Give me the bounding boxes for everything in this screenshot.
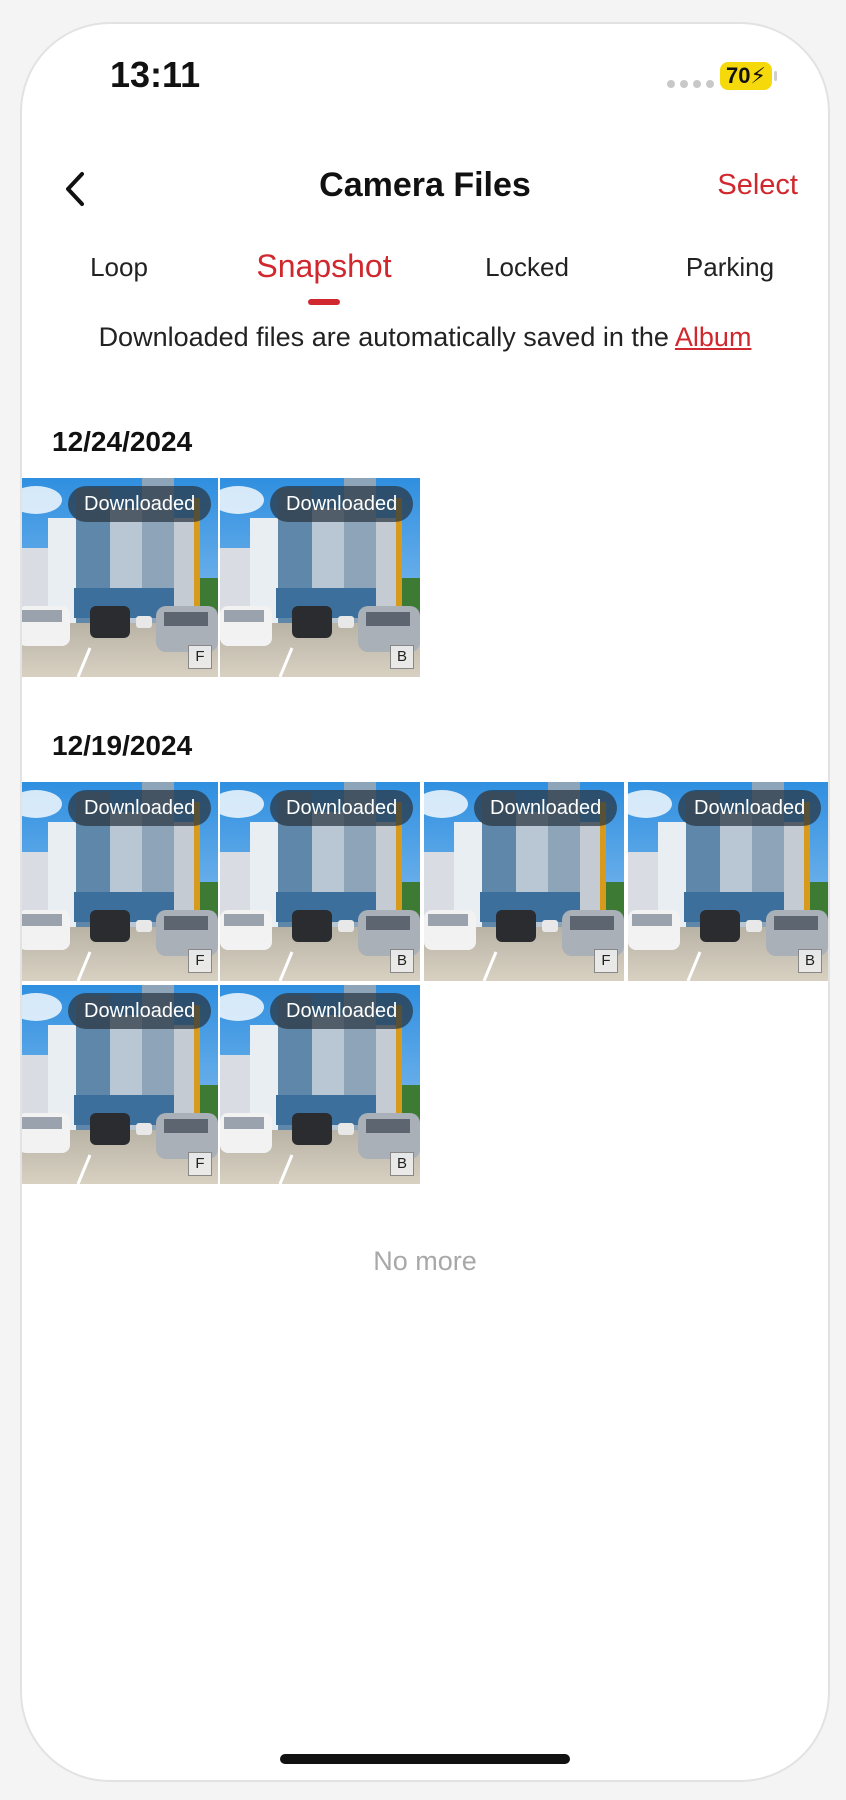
snapshot-thumbnail[interactable]: Downloaded F [22,478,218,677]
no-more-label: No more [373,1246,477,1276]
downloaded-badge: Downloaded [474,790,618,826]
downloaded-badge: Downloaded [68,486,212,522]
notice-text: Downloaded files are automatically saved… [98,322,669,352]
home-indicator [280,1754,570,1764]
snapshot-thumbnail[interactable]: Downloaded B [220,782,420,981]
snapshot-thumbnail[interactable]: Downloaded F [22,985,218,1184]
downloaded-badge: Downloaded [68,790,212,826]
tab-loop[interactable]: Loop [90,252,148,283]
camera-tag: F [594,949,618,973]
active-tab-indicator [308,299,340,305]
page-title: Camera Files [319,166,531,204]
camera-tag: B [798,949,822,973]
camera-tag: F [188,949,212,973]
snapshot-thumbnail[interactable]: Downloaded F [424,782,624,981]
date-heading: 12/19/2024 [52,730,193,761]
camera-tag: B [390,645,414,669]
tab-parking[interactable]: Parking [686,252,774,283]
select-button[interactable]: Select [717,169,798,202]
camera-tag: B [390,1152,414,1176]
snapshot-thumbnail[interactable]: Downloaded F [22,782,218,981]
download-notice: Downloaded files are automatically saved… [82,320,768,355]
date-heading: 12/24/2024 [52,426,193,457]
downloaded-badge: Downloaded [68,993,212,1029]
downloaded-badge: Downloaded [270,486,414,522]
camera-tag: F [188,645,212,669]
signal-icon [667,80,714,88]
camera-tag: F [188,1152,212,1176]
status-time: 13:11 [110,54,201,95]
snapshot-thumbnail[interactable]: Downloaded B [220,478,420,677]
tab-locked[interactable]: Locked [485,252,569,283]
battery-icon: 70⚡ [720,62,777,90]
downloaded-badge: Downloaded [270,790,414,826]
tab-snapshot[interactable]: Snapshot [256,248,391,285]
snapshot-thumbnail[interactable]: Downloaded B [220,985,420,1184]
camera-tag: B [390,949,414,973]
snapshot-thumbnail[interactable]: Downloaded B [628,782,828,981]
downloaded-badge: Downloaded [678,790,822,826]
phone-screen: 13:11 70⚡ Camera Files Select Loop Snaps… [20,22,830,1782]
album-link[interactable]: Album [675,322,752,352]
downloaded-badge: Downloaded [270,993,414,1029]
